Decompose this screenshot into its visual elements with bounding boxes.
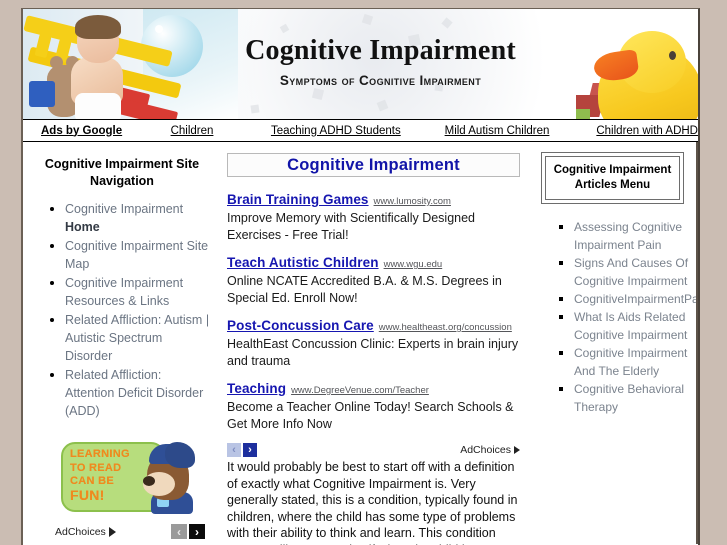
right-sidebar: Cognitive Impairment Articles Menu Asses… <box>532 142 698 544</box>
list-item[interactable]: Assessing Cognitive Impairment Pain <box>574 218 698 254</box>
ad-link-mild-autism-children[interactable]: Mild Autism Children <box>445 125 550 137</box>
adchoices-label[interactable]: AdChoices <box>460 444 520 456</box>
list-item[interactable]: Cognitive Impairment Site Map <box>65 237 211 273</box>
list-item[interactable]: CognitiveImpairmentPartners <box>574 290 698 308</box>
article-link-signs-and-causes[interactable]: Signs And Causes Of Cognitive Impairment <box>574 256 688 288</box>
ad-title[interactable]: Brain Training Games <box>227 192 369 207</box>
list-item[interactable]: What Is Aids Related Cognitive Impairmen… <box>574 308 698 344</box>
sponsored-ad[interactable]: Teach Autistic Children www.wgu.edu Onlin… <box>227 254 520 306</box>
page-title: Cognitive Impairment <box>287 155 460 174</box>
main-content: Cognitive Impairment Brain Training Game… <box>219 142 532 545</box>
article-body-text: It would probably be best to start off w… <box>227 460 518 545</box>
site-banner: Cognitive Impairment Symptoms of Cogniti… <box>23 9 698 120</box>
sidebar-heading: Cognitive Impairment Site Navigation <box>44 157 200 188</box>
list-item[interactable]: Related Affliction: Attention Deficit Di… <box>65 366 211 420</box>
ad-url[interactable]: www.healtheast.org/concussion <box>379 322 512 333</box>
ad-link-teaching-adhd-students[interactable]: Teaching ADHD Students <box>271 125 401 137</box>
ad-title[interactable]: Post-Concussion Care <box>227 318 374 333</box>
sponsored-ad[interactable]: Post-Concussion Care www.healtheast.org/c… <box>227 317 520 369</box>
ad-title[interactable]: Teach Autistic Children <box>227 255 379 270</box>
left-sidebar: Cognitive Impairment Site Navigation Cog… <box>23 142 219 544</box>
next-arrow-icon[interactable]: › <box>243 443 257 457</box>
learning-to-read-ad[interactable]: LEARNING TO READ CAN BE FUN! <box>61 440 195 514</box>
ad-link-children[interactable]: Children <box>171 125 214 137</box>
ad-description: Online NCATE Accredited B.A. & M.S. Degr… <box>227 274 502 305</box>
ad-url[interactable]: www.DegreeVenue.com/Teacher <box>291 385 429 396</box>
page-root: Cognitive Impairment Symptoms of Cogniti… <box>0 0 727 545</box>
ad-pager-arrows: ‹ › <box>227 443 257 457</box>
sponsored-ad[interactable]: Teaching www.DegreeVenue.com/Teacher Beco… <box>227 380 520 432</box>
ad-description: HealthEast Concussion Clinic: Experts in… <box>227 337 519 368</box>
sponsored-ad[interactable]: Brain Training Games www.lumosity.com Imp… <box>227 191 520 243</box>
ads-by-google-label: Ads by Google <box>41 124 123 137</box>
list-item[interactable]: Cognitive Impairment Home <box>65 200 211 236</box>
prev-arrow-icon[interactable]: ‹ <box>171 524 187 539</box>
list-item[interactable]: Cognitive Behavioral Therapy <box>574 380 698 416</box>
next-arrow-icon[interactable]: › <box>189 524 205 539</box>
ad-description: Become a Teacher Online Today! Search Sc… <box>227 400 514 431</box>
page-title-box: Cognitive Impairment <box>227 153 520 177</box>
banner-title: Cognitive Impairment <box>245 35 516 66</box>
sidebar-item-home[interactable]: Cognitive Impairment Home <box>65 202 183 234</box>
ad-description: Improve Memory with Scientifically Desig… <box>227 211 476 242</box>
ad-url[interactable]: www.lumosity.com <box>374 196 451 207</box>
article-link-cbt[interactable]: Cognitive Behavioral Therapy <box>574 382 684 414</box>
articles-menu-box: Cognitive Impairment Articles Menu <box>541 152 684 204</box>
article-link-partners[interactable]: CognitiveImpairmentPartners <box>574 292 698 306</box>
frame-right-border <box>696 142 698 544</box>
sidebar-item-site-map[interactable]: Cognitive Impairment Site Map <box>65 239 208 271</box>
adchoices-triangle-icon[interactable] <box>108 526 116 537</box>
article-link-aids-related[interactable]: What Is Aids Related Cognitive Impairmen… <box>574 310 687 342</box>
ad-title[interactable]: Teaching <box>227 381 286 396</box>
sidebar-ad-arrows: ‹ › <box>171 524 205 539</box>
dog-mascot-icon <box>141 440 197 514</box>
list-item[interactable]: Related Affliction: Autism | Autistic Sp… <box>65 311 211 365</box>
list-item[interactable]: Cognitive Impairment And The Elderly <box>574 344 698 380</box>
list-item[interactable]: Cognitive Impairment Resources & Links <box>65 274 211 310</box>
adchoices-label[interactable]: AdChoices <box>55 526 106 538</box>
prev-arrow-icon[interactable]: ‹ <box>227 443 241 457</box>
articles-menu-heading: Cognitive Impairment Articles Menu <box>545 156 680 200</box>
banner-subtitle: Symptoms of Cognitive Impairment <box>279 73 482 88</box>
content-columns: Cognitive Impairment Site Navigation Cog… <box>23 142 698 545</box>
ads-by-google-bar: Ads by Google Children Teaching ADHD Stu… <box>23 120 698 142</box>
ad-pager-row: ‹ › AdChoices <box>227 443 520 457</box>
article-link-assessing-pain[interactable]: Assessing Cognitive Impairment Pain <box>574 220 682 252</box>
ad-url[interactable]: www.wgu.edu <box>384 259 443 270</box>
articles-list: Assessing Cognitive Impairment Pain Sign… <box>538 218 698 416</box>
adchoices-triangle-icon[interactable] <box>514 446 520 454</box>
sidebar-item-add[interactable]: Related Affliction: Attention Deficit Di… <box>65 368 203 418</box>
article-link-elderly[interactable]: Cognitive Impairment And The Elderly <box>574 346 687 378</box>
sidebar-item-resources-links[interactable]: Cognitive Impairment Resources & Links <box>65 276 183 308</box>
sidebar-item-autism[interactable]: Related Affliction: Autism | Autistic Sp… <box>65 313 209 363</box>
sidebar-nav-list: Cognitive Impairment Home Cognitive Impa… <box>33 200 211 420</box>
ad-link-children-with-adhd[interactable]: Children with ADHD <box>596 125 698 137</box>
site-frame: Cognitive Impairment Symptoms of Cogniti… <box>21 8 700 545</box>
confetti-block <box>250 104 260 114</box>
list-item[interactable]: Signs And Causes Of Cognitive Impairment <box>574 254 698 290</box>
sidebar-adchoices-row: AdChoices ‹ › <box>55 524 205 539</box>
adchoices-text: AdChoices <box>460 444 511 456</box>
